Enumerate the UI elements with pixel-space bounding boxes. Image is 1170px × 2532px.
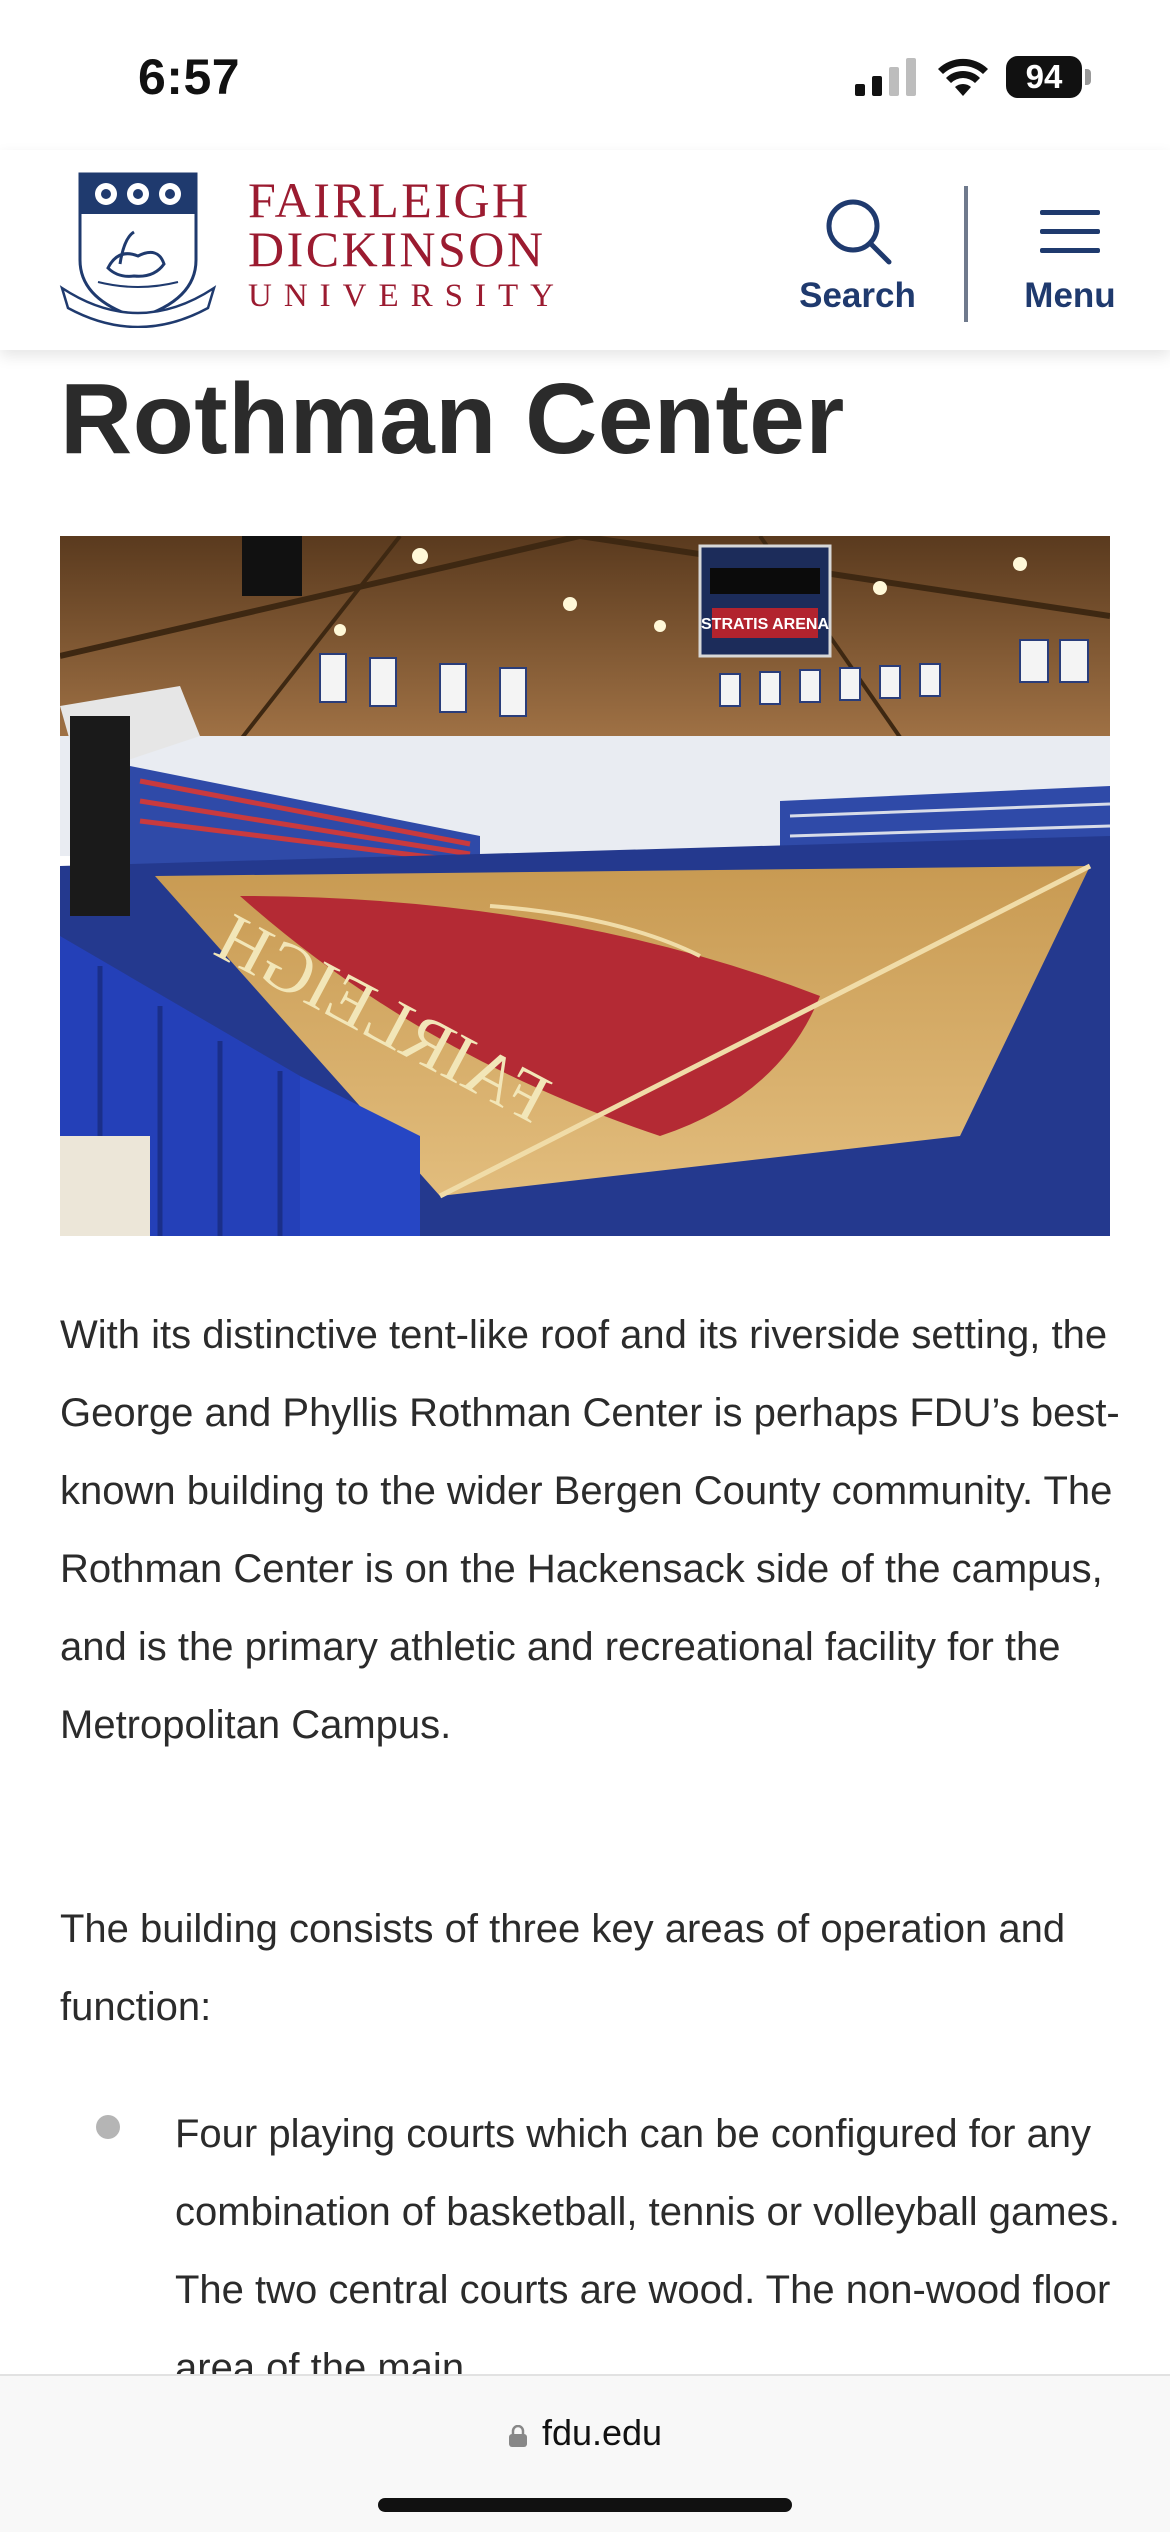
url-text: fdu.edu (541, 2412, 663, 2453)
search-button[interactable]: Search (790, 196, 925, 316)
list-item: Four playing courts which can be configu… (60, 2095, 1130, 2407)
status-bar: 6:57 94 (0, 0, 1170, 150)
wordmark-line2: DICKINSON (248, 221, 546, 277)
hamburger-menu-icon (1040, 210, 1100, 253)
battery-nub (1085, 69, 1091, 85)
search-icon (826, 199, 891, 265)
arena-photo: STRATIS ARENA FAIRLEIGH (60, 536, 1110, 1236)
scoreboard-text: STRATIS ARENA (701, 616, 829, 633)
lock-icon (508, 2425, 527, 2447)
menu-label: Menu (1024, 276, 1116, 315)
wifi-icon (938, 58, 988, 96)
header-divider (964, 186, 968, 322)
wordmark-line3: UNIVERSITY (248, 278, 566, 314)
url-field[interactable]: fdu.edu (0, 2412, 1170, 2454)
fdu-crest-icon (59, 172, 217, 328)
fdu-logo[interactable]: FAIRLEIGH DICKINSON UNIVERSITY (58, 168, 568, 328)
home-indicator[interactable] (378, 2498, 792, 2512)
browser-address-bar[interactable]: fdu.edu (0, 2374, 1170, 2532)
signal-icon (855, 58, 916, 96)
list-item-text: Four playing courts which can be configu… (175, 2112, 1120, 2390)
areas-list: Four playing courts which can be configu… (60, 2095, 1130, 2407)
status-time: 6:57 (138, 49, 241, 105)
page-title: Rothman Center (60, 363, 845, 475)
wordmark-line1: FAIRLEIGH (248, 172, 531, 228)
battery-level: 94 (1006, 56, 1082, 98)
bullet-dot (96, 2115, 120, 2139)
areas-paragraph: The building consists of three key areas… (60, 1907, 1066, 2029)
search-label: Search (799, 276, 916, 315)
fdu-wordmark: FAIRLEIGH DICKINSON UNIVERSITY (248, 172, 578, 318)
menu-button[interactable]: Menu (1005, 196, 1135, 316)
battery-icon: 94 (1006, 56, 1092, 98)
site-header: FAIRLEIGH DICKINSON UNIVERSITY Search Me… (0, 150, 1170, 350)
intro-paragraph: With its distinctive tent-like roof and … (60, 1313, 1120, 1747)
hero-image: STRATIS ARENA FAIRLEIGH (60, 536, 1110, 1236)
